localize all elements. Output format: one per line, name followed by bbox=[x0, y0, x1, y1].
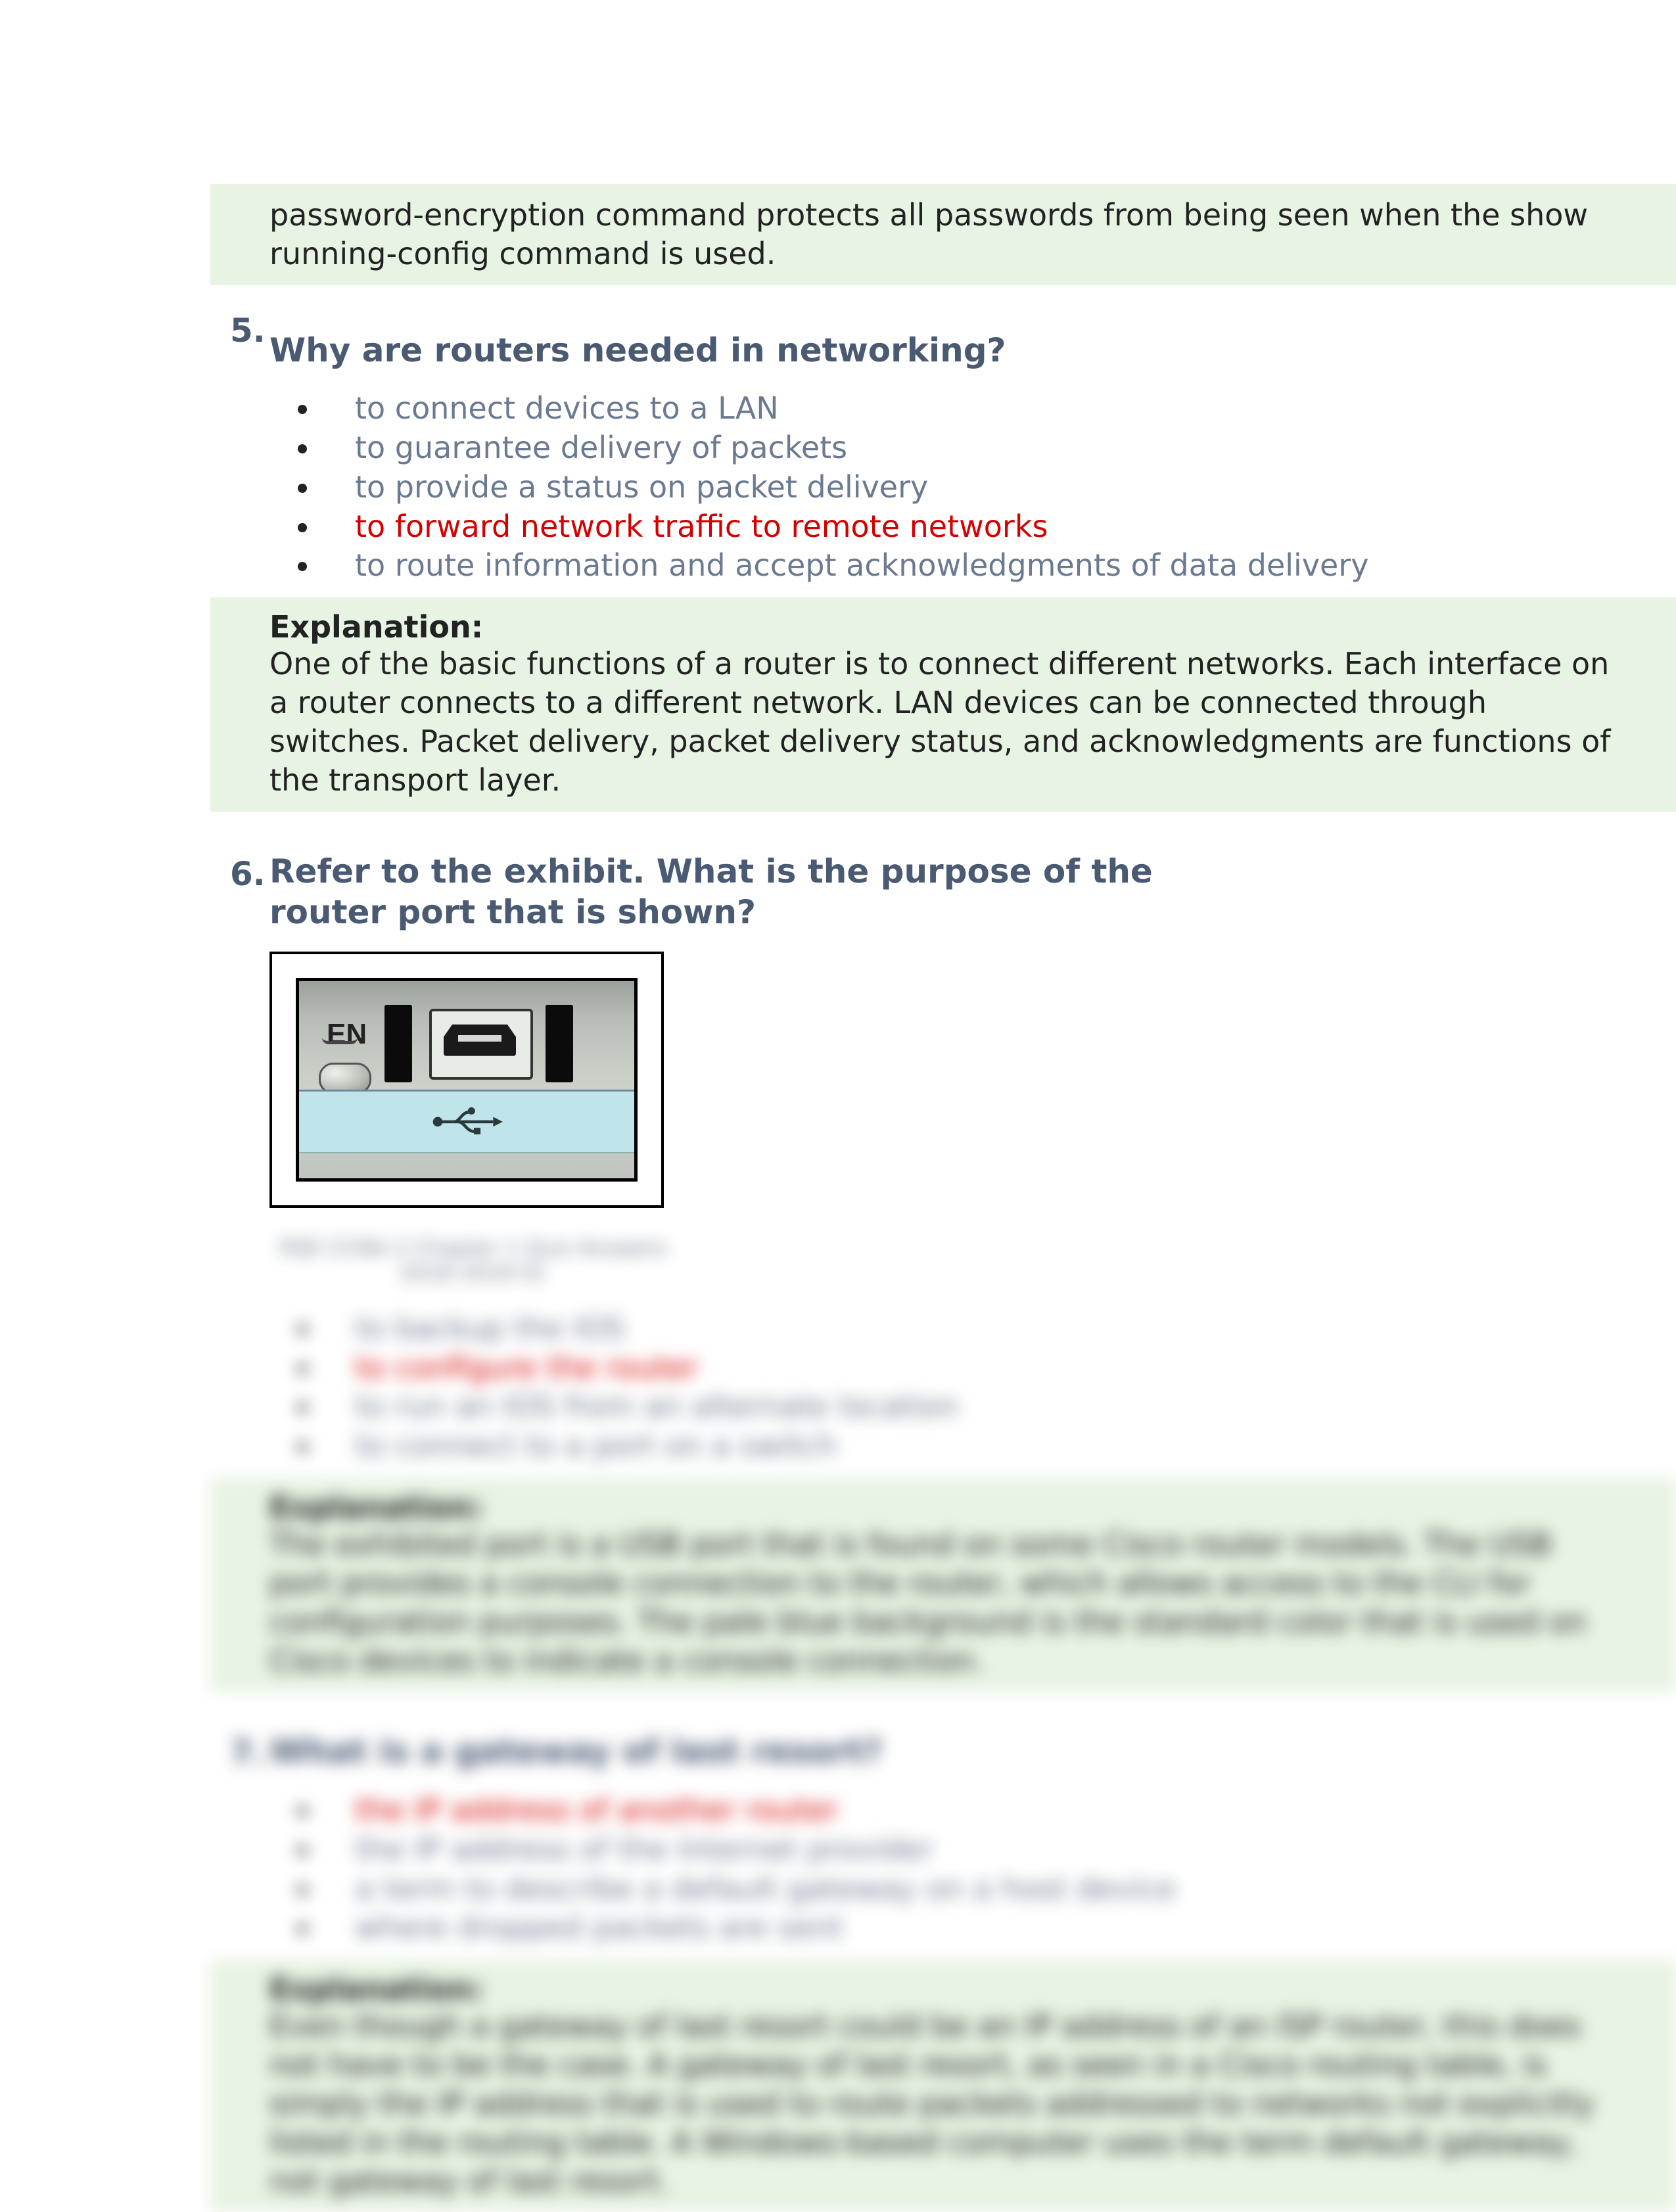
q7-answer-3: where dropped packets are sent bbox=[321, 1908, 1676, 1948]
q6-answer-3: to connect to a port on a switch bbox=[321, 1427, 1676, 1466]
q5-answer-3: to forward network traffic to remote net… bbox=[321, 507, 1676, 547]
exhibit-caption: RSE CCNA 2 Chapter 1 Quiz Answers 2018 2… bbox=[269, 1235, 677, 1285]
q6-explanation-box: Explanation: The exhibited port is a USB… bbox=[210, 1478, 1676, 1692]
exhibit-figure: EN bbox=[269, 952, 664, 1208]
panel-slot-right bbox=[546, 1005, 573, 1082]
usb-icon bbox=[431, 1099, 503, 1144]
q7-title: What is a gateway of last resort? bbox=[269, 1731, 1676, 1772]
q6-answers: to backup the IOS to configure the route… bbox=[269, 1309, 1676, 1466]
console-usb-strip bbox=[299, 1090, 634, 1153]
q6-number: 6. bbox=[230, 855, 266, 893]
q7-answer-0: the IP address of another router bbox=[321, 1791, 1676, 1830]
en-led-mark bbox=[322, 1038, 358, 1044]
explanation-text: Even though a gateway of last resort cou… bbox=[269, 2007, 1617, 2200]
router-port-photo: EN bbox=[296, 978, 638, 1182]
q6-block: Refer to the exhibit. What is the purpos… bbox=[269, 851, 1676, 2212]
explanation-text: One of the basic functions of a router i… bbox=[269, 645, 1617, 800]
q7-answers: the IP address of another router the IP … bbox=[269, 1791, 1676, 1948]
q7-number: 7. bbox=[230, 1734, 266, 1772]
q5-block: Why are routers needed in networking? to… bbox=[269, 330, 1676, 812]
q7-explanation-box: Explanation: Even though a gateway of la… bbox=[210, 1960, 1676, 2212]
q6-answer-1: to configure the router bbox=[321, 1348, 1676, 1388]
panel-slot-left bbox=[384, 1005, 412, 1082]
q5-answers: to connect devices to a LAN to guarantee… bbox=[269, 389, 1676, 586]
explanation-label: Explanation: bbox=[269, 609, 1617, 645]
explanation-label: Explanation: bbox=[269, 1971, 1617, 2007]
q5-answer-2: to provide a status on packet delivery bbox=[321, 468, 1676, 507]
explanation-label: Explanation: bbox=[269, 1490, 1617, 1525]
q6-answer-0: to backup the IOS bbox=[321, 1309, 1676, 1348]
q6-title: Refer to the exhibit. What is the purpos… bbox=[269, 851, 1275, 933]
q6-answer-2: to run an IOS from an alternate location bbox=[321, 1387, 1676, 1427]
mini-usb-port bbox=[429, 1009, 533, 1080]
explanation-box: password-encryption command protects all… bbox=[210, 184, 1676, 285]
q5-number: 5. bbox=[230, 311, 266, 350]
document-page: password-encryption command protects all… bbox=[0, 0, 1676, 2212]
explanation-text: password-encryption command protects all… bbox=[269, 197, 1588, 271]
q5-title: Why are routers needed in networking? bbox=[269, 330, 1676, 371]
q7-answer-1: the IP address of the Internet provider bbox=[321, 1830, 1676, 1870]
q7-answer-2: a term to describe a default gateway on … bbox=[321, 1870, 1676, 1909]
q5-explanation-box: Explanation: One of the basic functions … bbox=[210, 597, 1676, 812]
explanation-text: The exhibited port is a USB port that is… bbox=[269, 1525, 1617, 1680]
q4-explanation-continued: password-encryption command protects all… bbox=[269, 184, 1676, 285]
blurred-preview-region: RSE CCNA 2 Chapter 1 Quiz Answers 2018 2… bbox=[269, 1235, 1676, 2212]
q5-answer-0: to connect devices to a LAN bbox=[321, 389, 1676, 428]
q5-answer-4: to route information and accept acknowle… bbox=[321, 546, 1676, 586]
en-label: EN bbox=[327, 1018, 367, 1051]
q5-answer-1: to guarantee delivery of packets bbox=[321, 428, 1676, 468]
